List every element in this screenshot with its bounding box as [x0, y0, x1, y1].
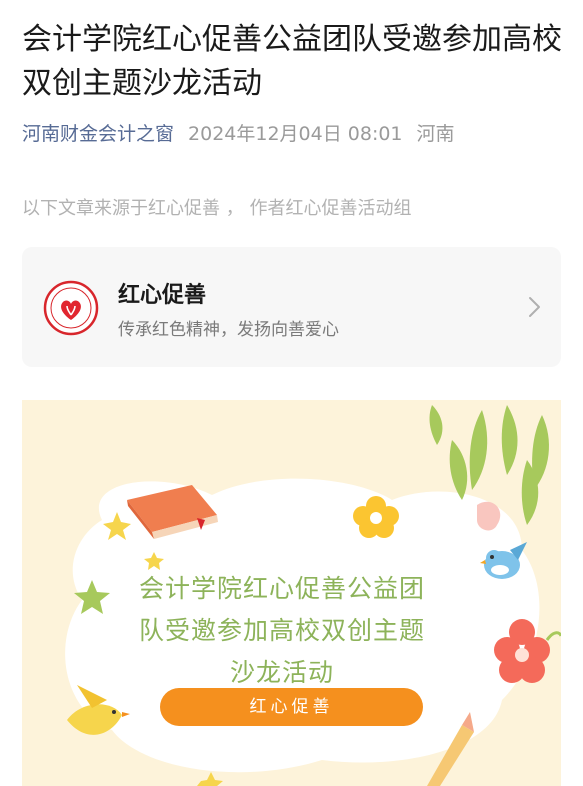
account-name-link[interactable]: 河南财金会计之窗	[22, 123, 174, 145]
profile-name: 红心促善	[118, 283, 207, 308]
article-meta: 河南财金会计之窗 2024年12月04日 08:01 河南	[22, 120, 455, 148]
source-line: 以下文章来源于红心促善 ， 作者红心促善活动组	[22, 198, 412, 219]
chevron-right-icon	[529, 297, 540, 317]
heart-logo-icon	[43, 280, 99, 336]
star-decoration	[197, 772, 223, 786]
cover-banner-image: 会计学院红心促善公益团队受邀参加高校双创主题沙龙活动 红心促善	[22, 400, 561, 786]
banner-tag-button: 红心促善	[160, 688, 423, 726]
article-title: 会计学院红心促善公益团队受邀参加高校双创主题沙龙活动	[22, 22, 562, 101]
banner-title: 会计学院红心促善公益团队受邀参加高校双创主题沙龙活动	[138, 574, 425, 687]
publish-datetime: 2024年12月04日 08:01	[188, 123, 403, 145]
profile-description: 传承红色精神，发扬向善爱心	[118, 320, 339, 340]
source-profile-card[interactable]: 红心促善 传承红色精神，发扬向善爱心	[22, 247, 561, 367]
publish-region: 河南	[416, 123, 455, 145]
